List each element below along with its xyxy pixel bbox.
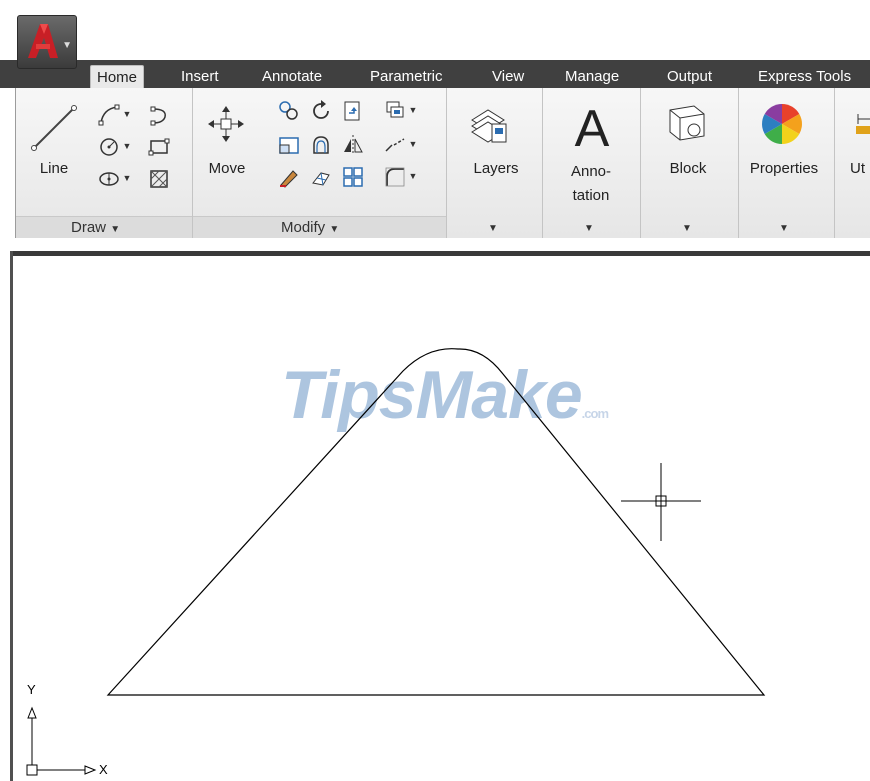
modify-panel-title[interactable]: Modify ▼ <box>281 219 339 236</box>
circle-icon[interactable] <box>96 134 122 160</box>
polyline-dropdown-icon[interactable]: ▼ <box>122 102 132 126</box>
tab-express-tools[interactable]: Express Tools <box>752 65 857 88</box>
properties-button-label[interactable]: Properties <box>740 160 828 177</box>
move-button-label[interactable]: Move <box>202 160 252 177</box>
circle-dropdown-icon[interactable]: ▼ <box>122 134 132 158</box>
annotation-label-line1: Anno- <box>570 163 612 180</box>
array-icon[interactable] <box>382 98 408 124</box>
rotate-icon[interactable] <box>308 98 334 124</box>
block-button-label[interactable]: Block <box>654 160 722 177</box>
annotation-text-icon: A <box>575 100 610 150</box>
measure-icon <box>856 114 870 134</box>
tab-view[interactable]: View <box>486 65 530 88</box>
title-bar <box>0 0 870 61</box>
ribbon-tab-strip: Home Insert Annotate Parametric View Man… <box>0 60 870 89</box>
line-button-label[interactable]: Line <box>34 160 74 177</box>
svg-text:A: A <box>575 100 610 150</box>
hatch-icon[interactable] <box>146 166 172 192</box>
array-dropdown-icon[interactable]: ▼ <box>408 98 418 122</box>
tab-parametric[interactable]: Parametric <box>364 65 449 88</box>
layers-icon <box>471 109 507 143</box>
tab-home[interactable]: Home <box>90 65 145 89</box>
ellipse-dropdown-icon[interactable]: ▼ <box>122 166 132 190</box>
fillet-dropdown-icon[interactable]: ▼ <box>408 164 418 188</box>
move-icon <box>208 106 244 142</box>
tab-output[interactable]: Output <box>661 65 718 88</box>
layers-dropdown-icon[interactable]: ▼ <box>488 223 498 234</box>
panel-divider <box>834 88 835 238</box>
ucs-y-label: Y <box>27 682 36 697</box>
mirror-icon[interactable] <box>340 132 366 158</box>
break-dropdown-icon[interactable]: ▼ <box>408 132 418 156</box>
panel-divider <box>640 88 641 238</box>
panel-divider <box>542 88 543 238</box>
trim-icon[interactable] <box>340 98 366 124</box>
autocad-logo-icon <box>28 24 58 58</box>
erase-icon[interactable] <box>276 164 302 190</box>
copy-icon[interactable] <box>276 98 302 124</box>
drawing-svg <box>26 348 766 776</box>
draw-panel-title[interactable]: Draw ▼ <box>71 219 120 236</box>
crosshair-cursor <box>621 463 701 541</box>
stretch-icon[interactable] <box>276 132 302 158</box>
properties-color-wheel-icon <box>762 104 802 144</box>
scale-icon[interactable] <box>308 132 334 158</box>
explode-icon[interactable] <box>308 164 334 190</box>
tab-insert[interactable]: Insert <box>175 65 225 88</box>
ucs-x-label: X <box>99 762 108 777</box>
autocad-window: ▼ Home Insert Annotate Parametric View M… <box>0 0 870 781</box>
arc-icon[interactable] <box>146 102 172 128</box>
layers-button-label[interactable]: Layers <box>461 160 531 177</box>
panel-divider <box>446 88 447 238</box>
break-icon[interactable] <box>382 132 408 158</box>
draw-panel-label: Draw <box>71 219 107 236</box>
ucs-icon <box>26 706 97 776</box>
rectangle-icon[interactable] <box>146 134 172 160</box>
chevron-down-icon: ▼ <box>110 224 121 235</box>
polyline-icon[interactable] <box>96 102 122 128</box>
ellipse-icon[interactable] <box>96 166 122 192</box>
annotation-dropdown-icon[interactable]: ▼ <box>584 223 594 234</box>
line-icon <box>31 105 77 151</box>
fillet-icon[interactable] <box>382 164 408 190</box>
ribbon-panel-area: Line ▼ ▼ ▼ Draw ▼ Move ▼ ▼ ▼ Modify ▼ La… <box>15 88 870 239</box>
tab-manage[interactable]: Manage <box>559 65 625 88</box>
drawing-canvas[interactable]: TipsMake.com Y X <box>13 256 870 781</box>
utilities-button-label[interactable]: Ut <box>850 160 870 177</box>
offset-icon[interactable] <box>340 164 366 190</box>
panel-divider <box>738 88 739 238</box>
chevron-down-icon: ▼ <box>62 40 72 51</box>
application-menu-button[interactable]: ▼ <box>17 15 77 69</box>
annotation-label-line2: tation <box>572 187 610 204</box>
drawn-shape[interactable] <box>106 348 766 696</box>
tab-annotate[interactable]: Annotate <box>256 65 328 88</box>
modify-panel-label: Modify <box>281 219 326 236</box>
block-dropdown-icon[interactable]: ▼ <box>682 223 692 234</box>
chevron-down-icon: ▼ <box>329 224 340 235</box>
properties-dropdown-icon[interactable]: ▼ <box>779 223 789 234</box>
block-icon <box>669 105 705 141</box>
annotation-button-label[interactable]: Anno- tation <box>556 160 626 208</box>
